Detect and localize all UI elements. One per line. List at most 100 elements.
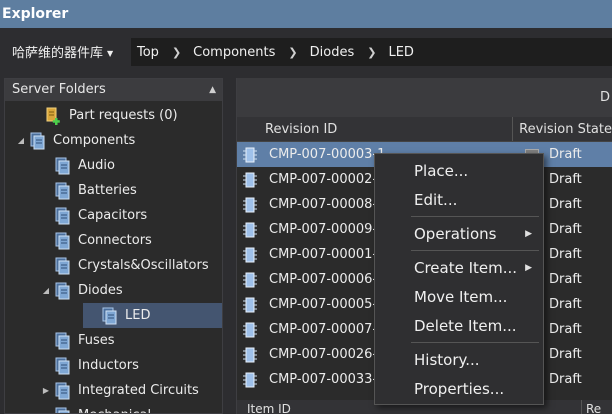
folder-stack-icon [53, 231, 73, 251]
folder-stack-icon [53, 281, 73, 301]
tree-item-capacitors[interactable]: Capacitors [5, 203, 147, 228]
folder-stack-icon [53, 256, 73, 276]
revision-state: Draft [549, 147, 582, 162]
breadcrumb-top[interactable]: Top [137, 45, 159, 60]
revision-state: Draft [549, 247, 582, 262]
chevron-right-icon: ❯ [171, 45, 182, 59]
menu-item-move-item[interactable]: Move Item... [375, 284, 543, 310]
breadcrumb-led[interactable]: LED [388, 45, 413, 60]
tree-item-inductors[interactable]: Inductors [5, 353, 139, 378]
panel-title: Server Folders [12, 82, 106, 97]
breadcrumb-components[interactable]: Components [193, 45, 275, 60]
expand-toggle-icon[interactable]: ◢ [39, 286, 53, 295]
tree-item-label: Fuses [78, 333, 115, 348]
column-item-id[interactable]: Item ID [247, 400, 291, 414]
grid-toolbar: D [237, 78, 612, 117]
component-icon [242, 147, 258, 163]
submenu-arrow-icon: ▶ [525, 263, 532, 273]
path-bar: 哈萨维的器件库 ▼ Top ❯ Components ❯ Diodes ❯ LED [0, 28, 612, 76]
toolbar-text: D [599, 90, 610, 105]
tree-item-label: LED [125, 308, 151, 323]
menu-separator [411, 342, 539, 343]
tree-item-label: Part requests (0) [69, 108, 178, 123]
column-revision[interactable]: Re [581, 400, 601, 414]
component-icon [242, 222, 258, 238]
tree-item-crystals-oscillators[interactable]: Crystals&Oscillators [5, 253, 209, 278]
collapse-up-icon[interactable]: ▲ [209, 79, 216, 101]
window-title: Explorer [0, 0, 612, 28]
tree-item-batteries[interactable]: Batteries [5, 178, 137, 203]
revision-state: Draft [549, 347, 582, 362]
folder-stack-icon [100, 306, 120, 326]
revision-state: Draft [549, 297, 582, 312]
tree-item-led[interactable]: LED [83, 303, 222, 328]
tree-item-part-requests-0[interactable]: Part requests (0) [5, 103, 178, 128]
menu-item-label: Properties... [414, 380, 505, 398]
folder-stack-icon [53, 406, 73, 413]
component-icon [242, 272, 258, 288]
menu-item-label: Create Item... [414, 259, 518, 277]
tree-item-connectors[interactable]: Connectors [5, 228, 152, 253]
expand-toggle-icon[interactable]: ▶ [39, 386, 53, 395]
folder-stack-icon [53, 381, 73, 401]
menu-item-label: Edit... [414, 191, 458, 209]
menu-item-label: Move Item... [414, 288, 508, 306]
chevron-right-icon: ❯ [288, 45, 298, 59]
component-icon [242, 172, 258, 188]
context-menu: Place... Edit... Operations ▶ Create Item...… [374, 153, 544, 405]
revision-state: Draft [549, 197, 582, 212]
menu-separator [411, 250, 539, 251]
menu-item-edit[interactable]: Edit... [375, 187, 543, 213]
folder-stack-icon [53, 331, 73, 351]
menu-item-create-item[interactable]: Create Item... ▶ [375, 255, 543, 281]
tree-item-mechanical[interactable]: Mechanical [5, 403, 151, 413]
menu-separator [411, 216, 539, 217]
submenu-arrow-icon: ▶ [525, 229, 532, 239]
component-icon [242, 322, 258, 338]
menu-item-history[interactable]: History... [375, 347, 543, 373]
column-revision-state[interactable]: Revision State [513, 117, 612, 141]
component-icon [242, 347, 258, 363]
menu-item-label: Delete Item... [414, 317, 517, 335]
library-name: 哈萨维的器件库 [12, 46, 104, 61]
chevron-right-icon: ❯ [367, 45, 377, 59]
revision-state: Draft [549, 222, 582, 237]
menu-item-operations[interactable]: Operations ▶ [375, 221, 543, 247]
revision-state: Draft [549, 372, 582, 387]
breadcrumb: Top ❯ Components ❯ Diodes ❯ LED [131, 38, 612, 66]
revision-state: Draft [549, 322, 582, 337]
tree-item-label: Integrated Circuits [78, 383, 199, 398]
folder-stack-icon [53, 156, 73, 176]
component-icon [242, 297, 258, 313]
tree-item-integrated-circuits[interactable]: ▶ Integrated Circuits [5, 378, 199, 403]
menu-item-place[interactable]: Place... [375, 158, 543, 184]
tree-item-label: Diodes [78, 283, 123, 298]
menu-item-label: History... [414, 351, 480, 369]
tree-item-label: Connectors [78, 233, 152, 248]
tree-item-label: Batteries [78, 183, 137, 198]
component-icon [242, 372, 258, 388]
tree-item-label: Components [53, 133, 136, 148]
folder-stack-icon [53, 206, 73, 226]
revision-state: Draft [549, 172, 582, 187]
tree-item-diodes[interactable]: ◢ Diodes [5, 278, 123, 303]
menu-item-properties[interactable]: Properties... [375, 376, 543, 402]
expand-toggle-icon[interactable]: ◢ [14, 136, 28, 145]
tree-item-label: Mechanical [78, 408, 151, 413]
menu-item-delete-item[interactable]: Delete Item... [375, 313, 543, 339]
folder-stack-icon [53, 356, 73, 376]
library-selector[interactable]: 哈萨维的器件库 ▼ [12, 42, 113, 61]
tree-item-label: Crystals&Oscillators [78, 258, 209, 273]
breadcrumb-diodes[interactable]: Diodes [310, 45, 355, 60]
component-icon [242, 197, 258, 213]
tree-item-components[interactable]: ◢ Components [5, 128, 135, 153]
panel-header: Server Folders ▲ [5, 79, 222, 101]
tree-item-audio[interactable]: Audio [5, 153, 115, 178]
folder-stack-icon [28, 131, 48, 151]
part-request-icon [44, 106, 64, 126]
grid-header: Revision ID Revision State [237, 117, 612, 142]
menu-item-label: Place... [414, 162, 469, 180]
column-revision-id[interactable]: Revision ID [237, 117, 514, 141]
menu-item-label: Operations [414, 225, 497, 243]
tree-item-fuses[interactable]: Fuses [5, 328, 115, 353]
